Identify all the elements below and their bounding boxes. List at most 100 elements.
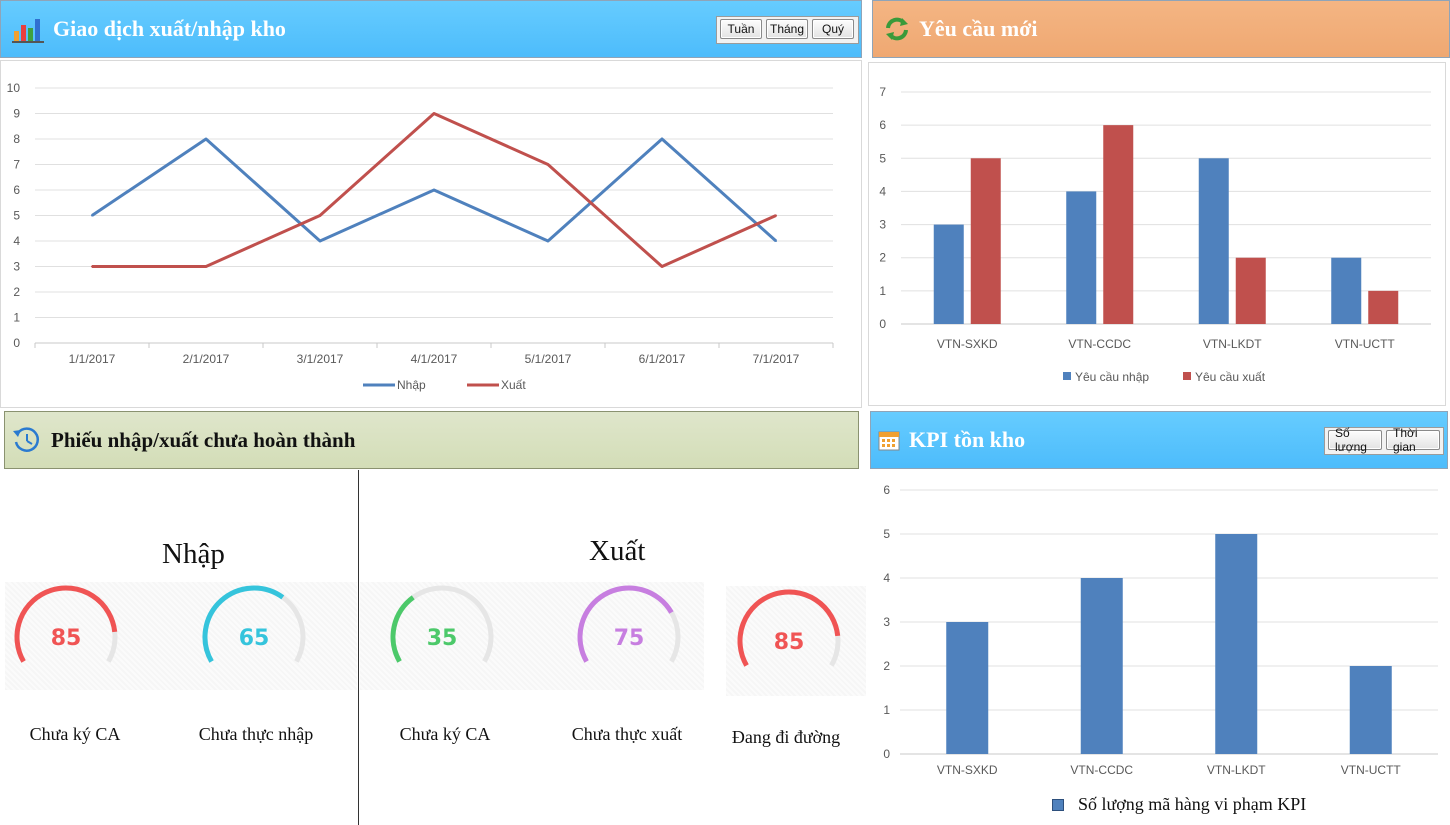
time-button[interactable]: Thời gian: [1386, 426, 1440, 454]
legend-swatch: [1063, 372, 1071, 380]
kpi-header: KPI tồn kho Số lượng Thời gian: [870, 411, 1448, 469]
transactions-chart: 0 1 2 3 4 5 6 7 8 9 10 1/1/2017 2/1/2017 3/1/2017 4/1/…: [0, 60, 862, 408]
history-icon: [11, 424, 43, 456]
y-tick-label: 4: [883, 571, 890, 585]
data-point: [319, 214, 321, 217]
bar: [1349, 666, 1392, 754]
kpi-legend: Số lượng mã hàng vi phạm KPI: [1052, 794, 1306, 815]
x-tick-label: 6/1/2017: [639, 352, 686, 366]
gauge-value: 85: [51, 626, 82, 651]
y-tick-label: 0: [883, 747, 890, 761]
y-tick-label: 10: [7, 81, 21, 95]
y-tick-label: 6: [883, 483, 890, 497]
y-tick-label: 2: [13, 285, 20, 299]
y-tick-label: 0: [13, 336, 20, 350]
gauge-label: Chưa thực xuất: [571, 724, 683, 744]
gauge-label: Chưa ký CA: [399, 724, 491, 744]
bar: [933, 224, 964, 324]
y-tick-label: 4: [879, 184, 886, 198]
y-tick-label: 1: [883, 703, 890, 717]
x-tick-label: VTN-LKDT: [1203, 337, 1262, 351]
y-tick-label: 3: [883, 615, 890, 629]
y-tick-label: 6: [13, 183, 20, 197]
month-button[interactable]: Tháng: [766, 19, 808, 39]
week-button[interactable]: Tuần: [720, 19, 762, 39]
gauge-value: 65: [239, 626, 270, 651]
data-point: [91, 214, 93, 217]
data-point: [775, 214, 777, 217]
y-tick-label: 7: [13, 158, 20, 172]
data-point: [433, 189, 435, 191]
kpi-title: KPI tồn kho: [909, 427, 1026, 452]
requests-header: Yêu cầu mới: [872, 0, 1450, 58]
data-point: [205, 138, 207, 140]
gauge: 65: [194, 577, 314, 697]
gauge-fill: [390, 595, 415, 663]
bar: [1235, 257, 1266, 324]
gauge: 85: [6, 577, 126, 697]
bar: [970, 158, 1001, 324]
import-section-title: Nhập: [162, 538, 225, 570]
y-tick-label: 7: [879, 85, 886, 99]
y-tick-label: 1: [13, 311, 20, 325]
x-tick-label: VTN-SXKD: [937, 763, 998, 777]
bar: [946, 622, 989, 754]
section-divider: [358, 470, 359, 825]
quantity-button[interactable]: Số lượng: [1328, 426, 1382, 454]
quarter-button[interactable]: Quý: [812, 19, 854, 39]
y-tick-label: 5: [879, 151, 886, 165]
legend-label: Nhập: [397, 378, 426, 392]
pending-title: Phiếu nhập/xuất chưa hoàn thành: [51, 427, 356, 452]
kpi-chart: 0 1 2 3 4 5 6 VTN-SXKD VTN-CCDC VTN-LKDT VTN-UCTT: [872, 474, 1446, 816]
bar: [1103, 125, 1134, 324]
x-tick-label: VTN-UCTT: [1341, 763, 1402, 777]
requests-title: Yêu cầu mới: [919, 16, 1038, 41]
gauge-value: 75: [614, 626, 645, 651]
y-tick-label: 1: [879, 284, 886, 298]
y-tick-label: 4: [13, 234, 20, 248]
gauge-value: 35: [427, 626, 458, 651]
data-point: [319, 240, 321, 242]
y-tick-label: 9: [13, 107, 20, 121]
legend-label: Số lượng mã hàng vi phạm KPI: [1078, 794, 1307, 814]
data-point: [775, 240, 777, 242]
data-point: [547, 240, 549, 242]
transactions-title: Giao dịch xuất/nhập kho: [53, 16, 286, 41]
x-tick-label: 4/1/2017: [411, 352, 458, 366]
legend-swatch: [1183, 372, 1191, 380]
y-tick-label: 3: [879, 218, 886, 232]
x-tick-label: 5/1/2017: [525, 352, 572, 366]
data-point: [547, 163, 549, 166]
legend-swatch: [1052, 798, 1064, 811]
y-tick-label: 6: [879, 118, 886, 132]
x-tick-label: VTN-SXKD: [937, 337, 998, 351]
gauge: 75: [569, 577, 689, 697]
x-tick-label: 2/1/2017: [183, 352, 230, 366]
y-tick-label: 0: [879, 317, 886, 331]
y-tick-label: 2: [879, 251, 886, 265]
bar-chart-icon: [11, 14, 45, 44]
y-tick-label: 3: [13, 260, 20, 274]
bar: [1080, 578, 1123, 754]
gauge-label: Chưa thực nhập: [198, 724, 314, 744]
gauge-value: 85: [774, 630, 805, 655]
refresh-icon: [883, 15, 911, 43]
export-section-title: Xuất: [589, 535, 646, 567]
x-tick-label: VTN-CCDC: [1068, 337, 1131, 351]
gauge: 85: [729, 581, 849, 701]
y-tick-label: 5: [13, 209, 20, 223]
bar: [1368, 290, 1399, 324]
data-point: [661, 265, 663, 268]
calendar-icon: [877, 428, 901, 452]
requests-bar-chart: 0 1 2 3 4 5 6 7 VTN-SXKD VTN-CCDC VTN-LKDT VTN-UCTT…: [879, 85, 1431, 384]
bar: [1198, 158, 1229, 324]
data-point: [661, 138, 663, 140]
y-tick-label: 8: [13, 132, 20, 146]
requests-chart: 0 1 2 3 4 5 6 7 VTN-SXKD VTN-CCDC VTN-LKDT VTN-UCTT…: [868, 62, 1446, 406]
data-point: [433, 112, 435, 115]
legend-label: Yêu cầu nhập: [1075, 370, 1149, 384]
legend-label: Xuất: [501, 378, 526, 392]
pending-header: Phiếu nhập/xuất chưa hoàn thành: [4, 411, 859, 469]
bar: [1066, 191, 1097, 324]
gauge-label: Đang đi đường: [731, 727, 841, 747]
